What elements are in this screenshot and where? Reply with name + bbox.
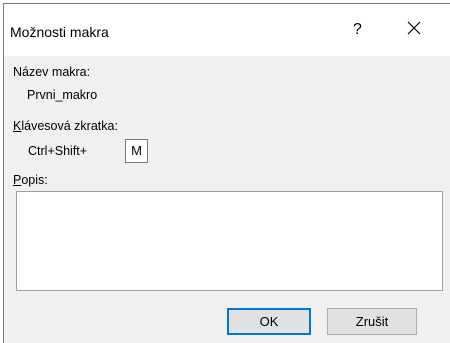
dialog-title: Možnosti makra (10, 24, 109, 40)
close-button[interactable] (401, 18, 427, 40)
close-icon (407, 21, 421, 35)
description-label: Popis: (13, 173, 48, 187)
title-bar: Možnosti makra ? (4, 3, 450, 56)
description-label-text: opis: (21, 173, 48, 187)
shortcut-label-text: lávesová zkratka: (21, 119, 118, 133)
description-input[interactable] (16, 191, 443, 291)
shortcut-prefix: Ctrl+Shift+ (28, 144, 88, 158)
ok-button[interactable]: OK (227, 308, 311, 335)
shortcut-label: Klávesová zkratka: (13, 119, 118, 133)
macro-name-value: Prvni_makro (27, 88, 98, 102)
macro-name-label: Název makra: (13, 65, 91, 79)
shortcut-key-input[interactable]: M (125, 139, 148, 163)
macro-options-dialog: Možnosti makra ? Název makra: Prvni_makr… (3, 3, 450, 343)
cancel-button[interactable]: Zrušit (327, 308, 417, 335)
help-button[interactable]: ? (353, 21, 362, 39)
